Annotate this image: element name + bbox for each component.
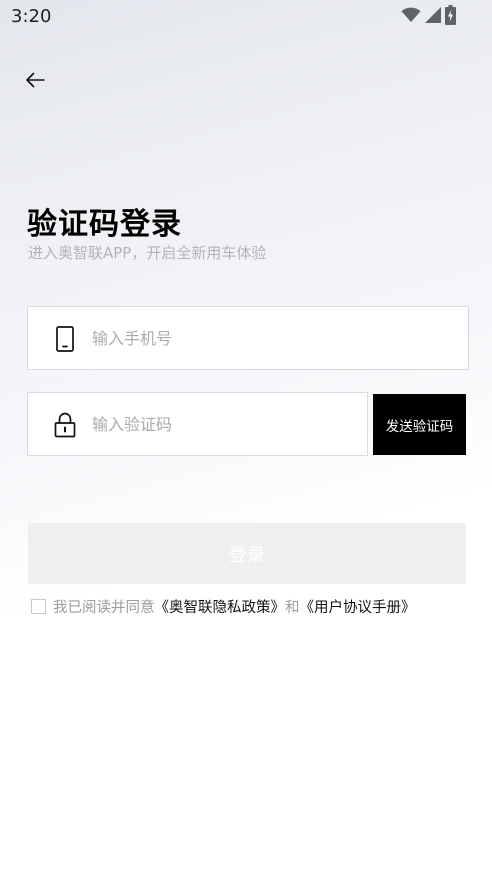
back-button[interactable] — [18, 65, 52, 99]
phone-icon — [52, 325, 78, 353]
login-button[interactable]: 登录 — [28, 523, 466, 584]
phone-field[interactable] — [27, 306, 469, 370]
user-agreement-link[interactable]: 《用户协议手册》 — [300, 596, 416, 617]
agree-checkbox[interactable] — [31, 598, 46, 614]
agreement-row: 我已阅读并同意 《奥智联隐私政策》 和 《用户协议手册》 — [31, 596, 416, 616]
agreement-conjunction: 和 — [285, 599, 300, 616]
lock-icon — [52, 411, 78, 439]
verification-code-input[interactable] — [92, 393, 351, 455]
page-subtitle: 进入奥智联APP，开启全新用车体验 — [28, 244, 267, 262]
privacy-policy-link[interactable]: 《奥智联隐私政策》 — [155, 596, 286, 617]
wifi-icon — [401, 7, 421, 27]
verification-code-field[interactable] — [27, 392, 368, 456]
send-code-button[interactable]: 发送验证码 — [373, 394, 466, 455]
agreement-prefix: 我已阅读并同意 — [53, 599, 155, 616]
status-icons — [401, 5, 456, 29]
phone-input[interactable] — [92, 307, 452, 369]
battery-charging-icon — [445, 5, 456, 29]
status-time: 3:20 — [11, 6, 52, 27]
arrow-left-icon — [25, 72, 45, 92]
signal-icon — [425, 7, 441, 27]
status-bar: 3:20 — [0, 0, 492, 34]
page-title: 验证码登录 — [27, 207, 182, 242]
